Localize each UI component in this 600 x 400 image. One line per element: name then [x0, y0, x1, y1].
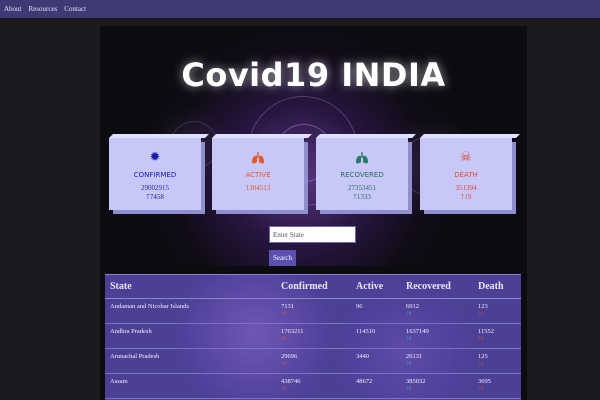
death-cell: 123 🡑0	[473, 298, 521, 324]
recovered-label: RECOVERED	[340, 171, 384, 179]
lungs-icon	[316, 151, 408, 165]
death-card: ☠ DEATH 351394 🡑19	[420, 138, 512, 210]
lungs-icon	[212, 151, 304, 165]
death-cell: 11552 🡑0	[473, 323, 521, 349]
confirmed-delta: 🡑7458	[146, 193, 164, 201]
death-label: DEATH	[454, 171, 478, 179]
table-row: Arunachal Pradesh 29696 🡑0 3440 26131 🡑0 1…	[105, 348, 521, 374]
recovered-delta: 🡑1333	[353, 193, 371, 201]
header-death: Death	[473, 274, 521, 299]
confirmed-cell: 7131 🡑0	[276, 298, 351, 324]
recovered-card: RECOVERED 27353451 🡑1333	[316, 138, 408, 210]
state-name: Andaman and Nicobar Islands	[105, 298, 276, 324]
recovered-cell: 1637149 🡑0	[401, 323, 473, 349]
header-active: Active	[351, 274, 401, 299]
header-state: State	[105, 274, 276, 299]
confirmed-card: ✹ CONFIRMED 29002915 🡑7458	[109, 138, 201, 210]
death-value: 351394	[455, 184, 477, 192]
table-row: Andhra Pradesh 1763211 🡑0 114510 1637149 🡑…	[105, 323, 521, 349]
recovered-cell: 385032 🡑0	[401, 373, 473, 399]
confirmed-cell: 1763211 🡑0	[276, 323, 351, 349]
top-navbar: About Resources Contact	[0, 0, 600, 18]
death-delta: 🡑19	[460, 193, 472, 201]
state-table-container: State Confirmed Active Recovered Death A…	[105, 274, 521, 400]
active-cell: 96	[351, 298, 401, 324]
virus-icon: ✹	[149, 150, 161, 165]
table-row: Andaman and Nicobar Islands 7131 🡑0 96 69…	[105, 298, 521, 324]
main-panel: Covid19 INDIA ✹ CONFIRMED 29002915 🡑7458…	[100, 26, 527, 400]
confirmed-cell: 29696 🡑0	[276, 348, 351, 374]
nav-contact-link[interactable]: Contact	[64, 5, 86, 13]
death-cell: 125 🡑0	[473, 348, 521, 374]
table-row: Assam 438746 🡑0 48672 385032 🡑0 3695 🡑0	[105, 373, 521, 399]
nav-about-link[interactable]: About	[4, 5, 22, 13]
search-button[interactable]: Search	[269, 250, 296, 266]
active-cell: 3440	[351, 348, 401, 374]
confirmed-label: CONFIRMED	[133, 171, 177, 179]
recovered-cell: 26131 🡑0	[401, 348, 473, 374]
page-title: Covid19 INDIA	[181, 56, 446, 94]
table-header-row: State Confirmed Active Recovered Death	[105, 274, 521, 299]
confirmed-value: 29002915	[141, 184, 169, 192]
header-confirmed: Confirmed	[276, 274, 351, 299]
death-cell: 3695 🡑0	[473, 373, 521, 399]
active-label: ACTIVE	[245, 171, 271, 179]
state-name: Arunachal Pradesh	[105, 348, 276, 374]
active-value: 1304513	[245, 184, 271, 192]
confirmed-cell: 438746 🡑0	[276, 373, 351, 399]
recovered-value: 27353451	[348, 184, 376, 192]
nav-resources-link[interactable]: Resources	[29, 5, 58, 13]
recovered-cell: 6912 🡑0	[401, 298, 473, 324]
state-name: Andhra Pradesh	[105, 323, 276, 349]
active-cell: 48672	[351, 373, 401, 399]
state-search-input[interactable]	[269, 226, 356, 243]
state-table: State Confirmed Active Recovered Death A…	[105, 274, 521, 399]
header-recovered: Recovered	[401, 274, 473, 299]
active-card: ACTIVE 1304513	[212, 138, 304, 210]
active-cell: 114510	[351, 323, 401, 349]
state-name: Assam	[105, 373, 276, 399]
skull-crossbones-icon: ☠	[460, 150, 472, 165]
